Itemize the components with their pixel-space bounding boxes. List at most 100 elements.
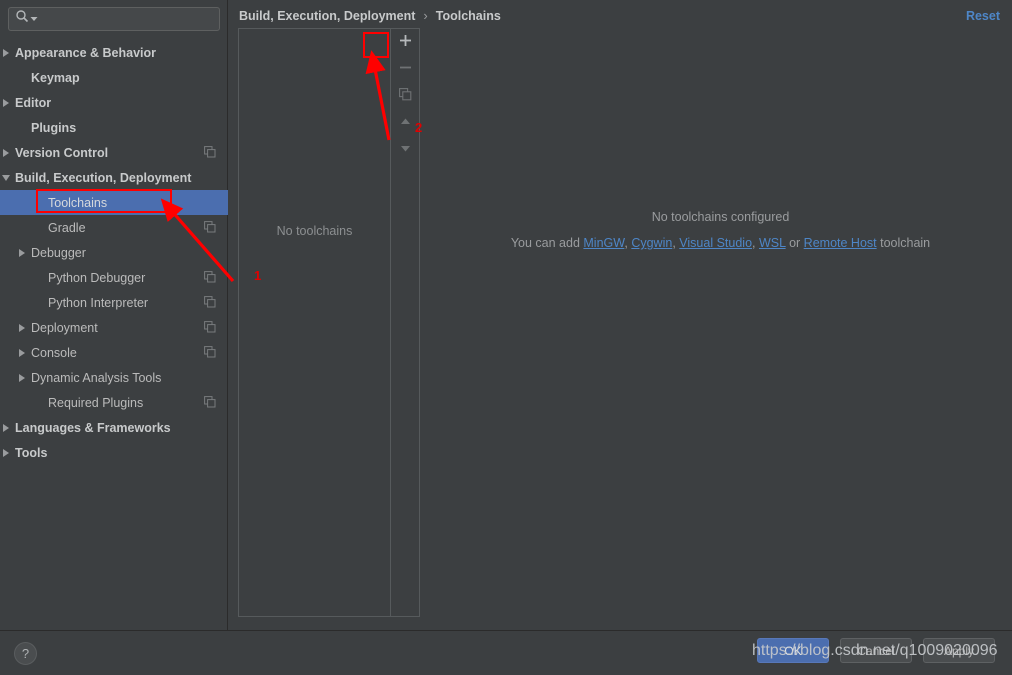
sidebar-item-deployment[interactable]: Deployment	[0, 315, 228, 340]
sidebar-item-label: Python Interpreter	[48, 295, 149, 310]
cancel-button[interactable]: Cancel	[840, 638, 912, 663]
apply-button[interactable]: Apply	[923, 638, 995, 663]
sidebar-item-label: Console	[31, 345, 77, 360]
sidebar-item-python-debugger[interactable]: Python Debugger	[0, 265, 228, 290]
settings-sidebar: Appearance & Behavior Keymap Editor Plugins…	[0, 0, 228, 630]
chevron-right-icon[interactable]	[0, 421, 13, 434]
sidebar-item-label: Plugins	[31, 120, 77, 135]
chevron-right-icon[interactable]	[16, 321, 29, 334]
chevron-right-icon[interactable]	[0, 146, 13, 159]
sidebar-item-dynamic-analysis-tools[interactable]: Dynamic Analysis Tools	[0, 365, 228, 390]
link-mingw[interactable]: MinGW	[583, 236, 624, 250]
empty-state: No toolchains configured You can add Min…	[429, 205, 1012, 255]
project-scope-copy-icon	[204, 321, 216, 333]
toolchain-list-panel[interactable]: No toolchains	[238, 28, 390, 617]
sep-4: or	[785, 236, 804, 250]
sidebar-item-keymap[interactable]: Keymap	[0, 65, 228, 90]
sidebar-item-label: Toolchains	[48, 195, 108, 210]
copy-icon	[398, 87, 412, 106]
sidebar-item-python-interpreter[interactable]: Python Interpreter	[0, 290, 228, 315]
breadcrumb: Build, Execution, Deployment › Toolchain…	[239, 8, 501, 23]
link-cygwin[interactable]: Cygwin	[631, 236, 672, 250]
sidebar-item-plugins[interactable]: Plugins	[0, 115, 228, 140]
sidebar-item-toolchains[interactable]: Toolchains	[0, 190, 228, 215]
sidebar-item-version-control[interactable]: Version Control	[0, 140, 228, 165]
project-scope-copy-icon	[204, 271, 216, 283]
move-down-button[interactable]	[391, 137, 419, 164]
project-scope-copy-icon	[204, 146, 216, 158]
chevron-right-icon[interactable]	[0, 446, 13, 459]
sidebar-item-label: Version Control	[15, 145, 109, 160]
chevron-right-icon[interactable]	[0, 96, 13, 109]
link-wsl[interactable]: WSL	[759, 236, 786, 250]
add-toolchain-button[interactable]	[391, 29, 419, 56]
sidebar-item-label: Gradle	[48, 220, 86, 235]
search-box[interactable]	[8, 7, 220, 31]
sidebar-item-label: Dynamic Analysis Tools	[31, 370, 162, 385]
move-up-button[interactable]	[391, 110, 419, 137]
chevron-right-icon[interactable]	[0, 46, 13, 59]
settings-tree: Appearance & Behavior Keymap Editor Plugins…	[0, 40, 228, 465]
project-scope-copy-icon	[204, 396, 216, 408]
sidebar-item-label: Editor	[15, 95, 52, 110]
sep-3: ,	[752, 236, 759, 250]
breadcrumb-parent[interactable]: Build, Execution, Deployment	[239, 9, 415, 23]
sidebar-item-gradle[interactable]: Gradle	[0, 215, 228, 240]
arrow-down-icon	[399, 142, 412, 160]
sidebar-item-console[interactable]: Console	[0, 340, 228, 365]
sidebar-item-label: Appearance & Behavior	[15, 45, 157, 60]
project-scope-copy-icon	[204, 221, 216, 233]
sidebar-item-label: Tools	[15, 445, 48, 460]
sidebar-item-appearance-behavior[interactable]: Appearance & Behavior	[0, 40, 228, 65]
breadcrumb-separator-icon: ›	[423, 8, 428, 23]
sidebar-item-debugger[interactable]: Debugger	[0, 240, 228, 265]
search-field-wrapper	[8, 7, 220, 31]
sidebar-item-build-execution-deployment[interactable]: Build, Execution, Deployment	[0, 165, 228, 190]
search-input[interactable]	[38, 8, 219, 30]
copy-toolchain-button[interactable]	[391, 83, 419, 110]
sidebar-item-tools[interactable]: Tools	[0, 440, 228, 465]
empty-state-title: No toolchains configured	[651, 210, 790, 224]
search-dropdown-chevron-down-icon[interactable]	[30, 15, 38, 23]
project-scope-copy-icon	[204, 296, 216, 308]
breadcrumb-current: Toolchains	[435, 8, 501, 23]
sidebar-item-languages-frameworks[interactable]: Languages & Frameworks	[0, 415, 228, 440]
ok-button[interactable]: OK	[757, 638, 829, 663]
sidebar-item-label: Required Plugins	[48, 395, 144, 410]
sidebar-item-required-plugins[interactable]: Required Plugins	[0, 390, 228, 415]
sidebar-item-label: Python Debugger	[48, 270, 146, 285]
sidebar-item-label: Build, Execution, Deployment	[15, 170, 192, 185]
sidebar-item-editor[interactable]: Editor	[0, 90, 228, 115]
empty-state-suffix: toolchain	[876, 236, 931, 250]
help-button[interactable]: ?	[14, 642, 37, 665]
minus-icon	[399, 61, 412, 79]
remove-toolchain-button[interactable]	[391, 56, 419, 83]
project-scope-copy-icon	[204, 346, 216, 358]
chevron-right-icon[interactable]	[16, 371, 29, 384]
sidebar-item-label: Debugger	[31, 245, 86, 260]
chevron-right-icon[interactable]	[16, 246, 29, 259]
plus-icon	[399, 34, 412, 52]
sidebar-item-label: Languages & Frameworks	[15, 420, 171, 435]
chevron-down-icon[interactable]	[0, 171, 13, 184]
search-icon	[15, 9, 30, 29]
settings-main-panel: Build, Execution, Deployment › Toolchain…	[229, 0, 1012, 630]
toolchain-list-empty-text: No toolchains	[276, 224, 353, 238]
settings-dialog: Appearance & Behavior Keymap Editor Plugins…	[0, 0, 1012, 675]
link-visual-studio[interactable]: Visual Studio	[679, 236, 752, 250]
reset-link[interactable]: Reset	[966, 9, 1000, 23]
link-remote-host[interactable]: Remote Host	[804, 236, 877, 250]
toolchain-toolbar	[390, 28, 420, 617]
sidebar-item-label: Deployment	[31, 320, 98, 335]
empty-state-hint: You can add MinGW, Cygwin, Visual Studio…	[429, 231, 1012, 255]
empty-state-prefix: You can add	[510, 236, 584, 250]
arrow-up-icon	[399, 115, 412, 133]
chevron-right-icon[interactable]	[16, 346, 29, 359]
